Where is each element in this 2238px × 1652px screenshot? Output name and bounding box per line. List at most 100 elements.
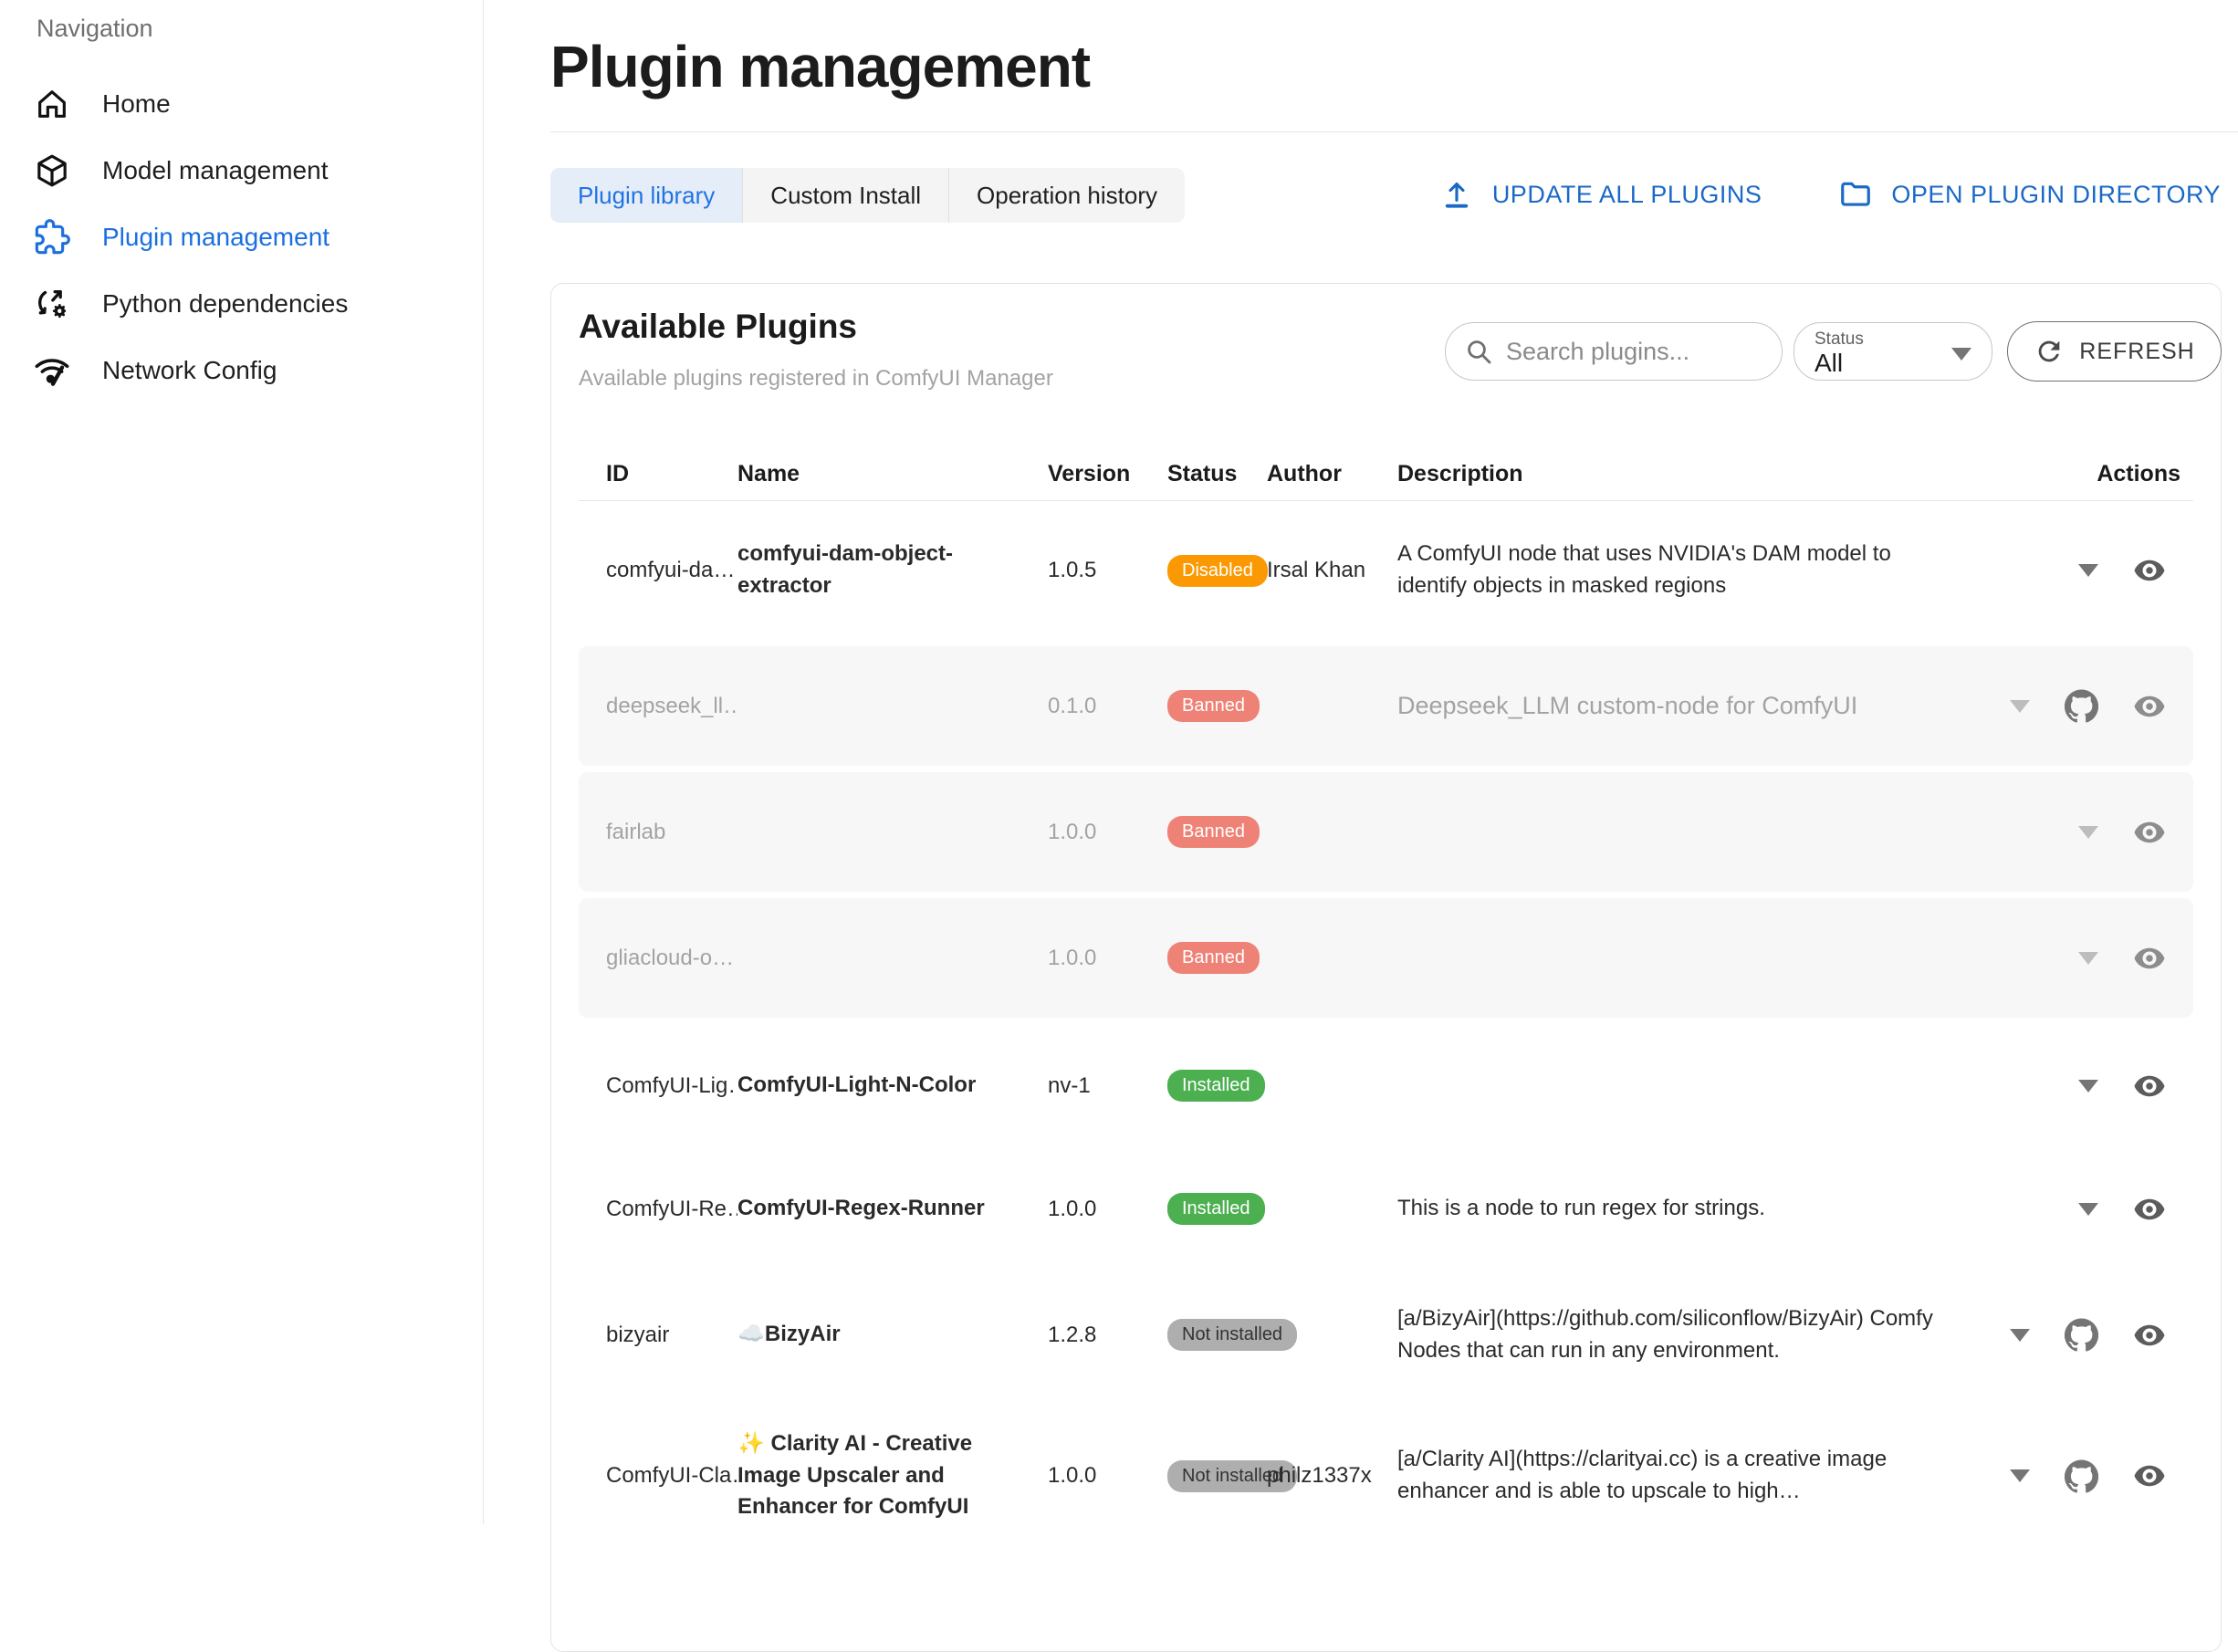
update-all-plugins-button[interactable]: UPDATE ALL PLUGINS: [1439, 177, 1762, 212]
sidebar-item-label: Model management: [102, 156, 328, 185]
status-badge: Banned: [1167, 690, 1260, 722]
title-divider: [550, 131, 2238, 132]
search-input[interactable]: [1506, 338, 1763, 366]
sidebar-header: Navigation: [37, 15, 153, 43]
table-row: comfyui-da… comfyui-dam-object-extractor…: [579, 501, 2193, 640]
sidebar-item-python-dependencies[interactable]: Python dependencies: [0, 270, 483, 337]
table-row: gliacloud-o… 1.0.0 Banned: [579, 898, 2193, 1018]
view-details-icon[interactable]: [2133, 1459, 2166, 1492]
row-actions: [1982, 942, 2188, 975]
status-filter-value: All: [1814, 349, 1843, 378]
plugin-description: This is a node to run regex for strings.: [1397, 1193, 1982, 1225]
expand-row-icon[interactable]: [2010, 1469, 2030, 1482]
plugin-version: 1.0.0: [1048, 820, 1167, 845]
search-plugins-box: [1445, 322, 1783, 381]
plugin-version: 1.0.0: [1048, 1463, 1167, 1489]
col-header-status: Status: [1167, 461, 1267, 487]
row-actions: [1982, 1459, 2188, 1493]
search-icon: [1464, 337, 1493, 366]
expand-row-icon[interactable]: [2078, 564, 2098, 577]
table-header: ID Name Version Status Author Descriptio…: [579, 439, 2193, 501]
status-filter-label: Status: [1814, 329, 1864, 350]
plugin-name: comfyui-dam-object-extractor: [737, 538, 1048, 602]
col-header-id: ID: [606, 461, 737, 487]
plugin-description: [a/Clarity AI](https://clarityai.cc) is …: [1397, 1444, 1982, 1508]
sidebar-item-plugin-management[interactable]: Plugin management: [0, 204, 483, 270]
status-filter-select[interactable]: Status All: [1794, 322, 1992, 381]
available-plugins-panel: Available Plugins Available plugins regi…: [550, 283, 2222, 1652]
table-row: bizyair ☁️BizyAir 1.2.8 Not installed [a…: [579, 1270, 2193, 1399]
expand-row-icon[interactable]: [2078, 826, 2098, 839]
expand-row-icon[interactable]: [2078, 1203, 2098, 1216]
plugin-version: nv-1: [1048, 1073, 1167, 1099]
expand-row-icon[interactable]: [2010, 700, 2030, 713]
col-header-author: Author: [1267, 461, 1397, 487]
plugin-description: [a/BizyAir](https://github.com/siliconfl…: [1397, 1303, 1982, 1367]
refresh-label: REFRESH: [2079, 339, 2194, 365]
view-details-icon[interactable]: [2133, 816, 2166, 849]
tab-operation-history[interactable]: Operation history: [948, 168, 1185, 223]
plugin-description: Deepseek_LLM custom-node for ComfyUI: [1397, 688, 1982, 724]
plugin-version: 1.0.5: [1048, 558, 1167, 583]
sidebar-item-label: Plugin management: [102, 223, 329, 252]
plugin-name: ☁️BizyAir: [737, 1319, 1048, 1351]
tab-bar: Plugin library Custom Install Operation …: [550, 168, 1185, 223]
refresh-icon: [2034, 336, 2065, 367]
update-all-plugins-label: UPDATE ALL PLUGINS: [1492, 181, 1762, 209]
row-actions: [1982, 1193, 2188, 1226]
github-icon[interactable]: [2065, 1318, 2098, 1352]
row-actions: [1982, 689, 2188, 723]
sidebar-nav: Home Model management Plugin management …: [0, 70, 483, 403]
view-details-icon[interactable]: [2133, 1193, 2166, 1226]
view-details-icon[interactable]: [2133, 1070, 2166, 1103]
expand-row-icon[interactable]: [2078, 1080, 2098, 1093]
view-details-icon[interactable]: [2133, 942, 2166, 975]
sidebar-item-label: Python dependencies: [102, 289, 348, 319]
plugin-id: fairlab: [606, 820, 737, 845]
expand-row-icon[interactable]: [2010, 1329, 2030, 1342]
plugin-id: ComfyUI-Lig…: [606, 1073, 737, 1099]
refresh-button[interactable]: REFRESH: [2007, 321, 2222, 382]
row-actions: [1982, 1318, 2188, 1352]
network-icon: [33, 351, 71, 390]
panel-title: Available Plugins: [579, 308, 857, 346]
panel-subtitle: Available plugins registered in ComfyUI …: [579, 366, 1053, 392]
home-icon: [33, 85, 71, 123]
col-header-actions: Actions: [1982, 461, 2188, 487]
tab-plugin-library[interactable]: Plugin library: [550, 168, 742, 223]
page-title: Plugin management: [550, 33, 1090, 100]
col-header-version: Version: [1048, 461, 1167, 487]
plugin-version: 1.2.8: [1048, 1323, 1167, 1348]
sidebar-item-network-config[interactable]: Network Config: [0, 337, 483, 403]
tab-custom-install[interactable]: Custom Install: [742, 168, 948, 223]
plugin-author: Irsal Khan: [1267, 558, 1397, 583]
upload-icon: [1439, 177, 1474, 212]
toolbar: UPDATE ALL PLUGINS OPEN PLUGIN DIRECTORY: [1439, 177, 2221, 212]
row-actions: [1982, 816, 2188, 849]
expand-row-icon[interactable]: [2078, 952, 2098, 965]
plugin-author: philz1337x: [1267, 1463, 1397, 1489]
python-dependencies-icon: [33, 285, 71, 323]
plugin-id: deepseek_ll…: [606, 694, 737, 719]
open-plugin-directory-button[interactable]: OPEN PLUGIN DIRECTORY: [1838, 177, 2221, 212]
chevron-down-icon: [1951, 348, 1971, 361]
plugin-id: ComfyUI-Re…: [606, 1197, 737, 1222]
view-details-icon[interactable]: [2133, 690, 2166, 723]
github-icon[interactable]: [2065, 689, 2098, 723]
sidebar-item-model-management[interactable]: Model management: [0, 137, 483, 204]
status-badge: Installed: [1167, 1070, 1265, 1102]
table-row: ComfyUI-Re… ComfyUI-Regex-Runner 1.0.0 I…: [579, 1147, 2193, 1270]
status-badge: Not installed: [1167, 1319, 1297, 1351]
cube-icon: [33, 152, 71, 190]
github-icon[interactable]: [2065, 1459, 2098, 1493]
status-badge: Disabled: [1167, 555, 1268, 587]
plugin-id: comfyui-da…: [606, 558, 737, 583]
sidebar-item-home[interactable]: Home: [0, 70, 483, 137]
main-content: Plugin management Plugin library Custom …: [484, 0, 2238, 1524]
plugin-description: A ComfyUI node that uses NVIDIA's DAM mo…: [1397, 538, 1982, 602]
view-details-icon[interactable]: [2133, 1319, 2166, 1352]
view-details-icon[interactable]: [2133, 554, 2166, 587]
plugin-name: ComfyUI-Regex-Runner: [737, 1193, 1048, 1225]
table-row: fairlab 1.0.0 Banned: [579, 772, 2193, 892]
folder-icon: [1838, 177, 1873, 212]
